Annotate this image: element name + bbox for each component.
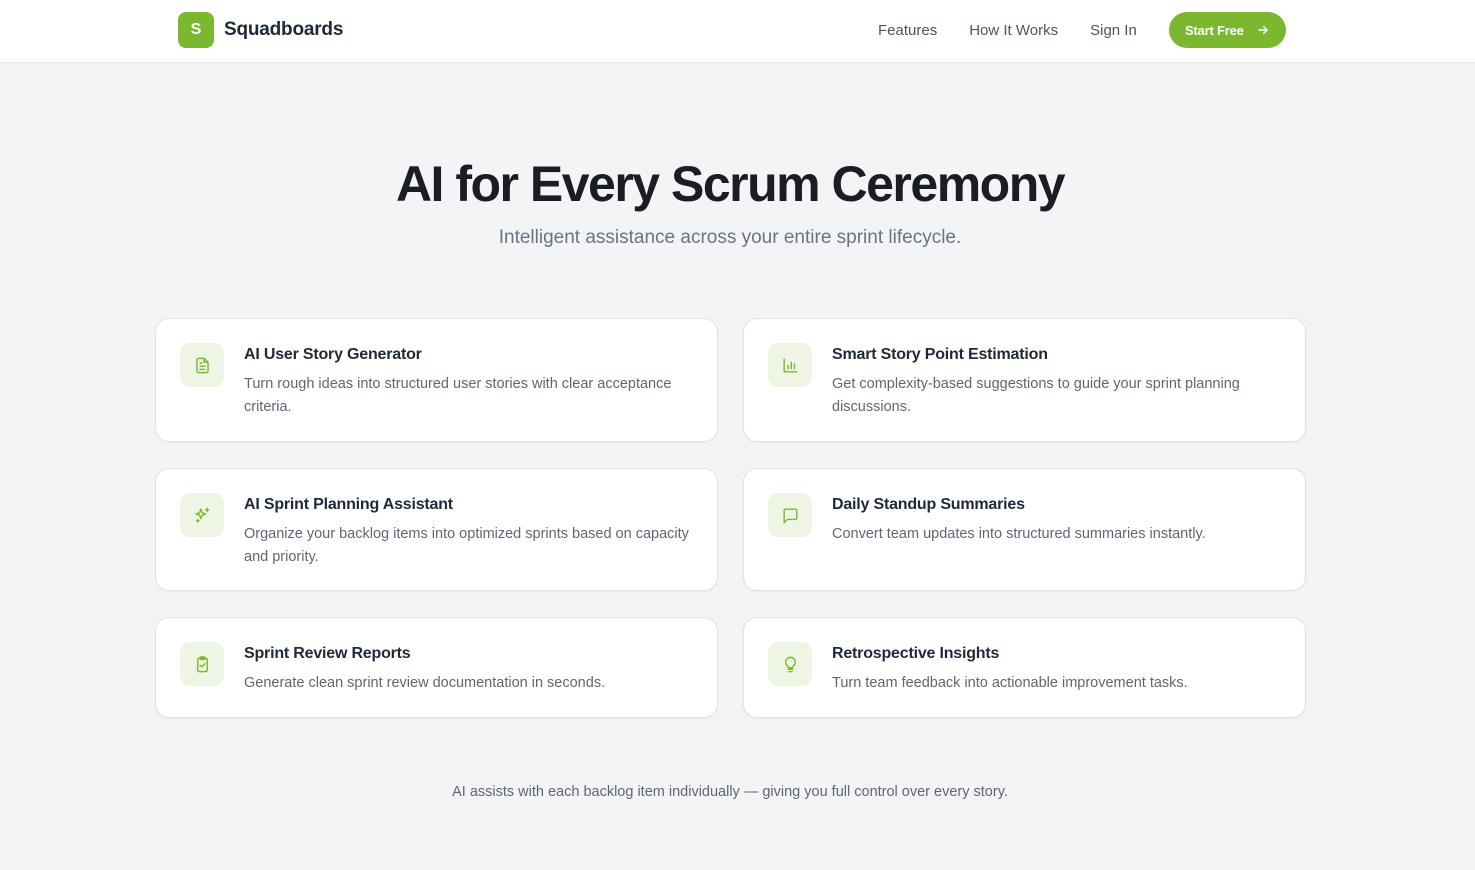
feature-title: Retrospective Insights bbox=[832, 645, 1000, 662]
feature-title: AI Sprint Planning Assistant bbox=[244, 496, 453, 513]
feature-card-retrospective-insights[interactable]: Retrospective Insights Turn team feedbac… bbox=[743, 617, 1306, 718]
feature-title: Sprint Review Reports bbox=[244, 645, 411, 662]
lightbulb-icon bbox=[768, 642, 812, 686]
feature-title: AI User Story Generator bbox=[244, 346, 422, 363]
feature-title: Smart Story Point Estimation bbox=[832, 346, 1048, 363]
feature-card-story-point-estimation[interactable]: Smart Story Point Estimation Get complex… bbox=[743, 318, 1306, 442]
feature-description: Get complexity-based suggestions to guid… bbox=[832, 376, 1240, 415]
feature-card-standup-summaries[interactable]: Daily Standup Summaries Convert team upd… bbox=[743, 468, 1306, 591]
feature-card-user-story-generator[interactable]: AI User Story Generator Turn rough ideas… bbox=[155, 318, 718, 442]
nav-link-features[interactable]: Features bbox=[878, 22, 937, 39]
nav-link-sign-in[interactable]: Sign In bbox=[1090, 22, 1137, 39]
start-free-button[interactable]: Start Free bbox=[1168, 12, 1286, 48]
hero-title: AI for Every Scrum Ceremony bbox=[395, 156, 1066, 212]
top-navbar: S Squadboards Features How It Works Sign… bbox=[0, 0, 1475, 63]
feature-card-sprint-planning-assistant[interactable]: AI Sprint Planning Assistant Organize yo… bbox=[155, 468, 718, 591]
brand-logo: S bbox=[178, 12, 214, 48]
bar-chart-icon bbox=[768, 343, 812, 387]
nav-link-how-it-works[interactable]: How It Works bbox=[969, 22, 1058, 39]
hero-subtitle: Intelligent assistance across your entir… bbox=[498, 227, 962, 248]
brand-name: Squadboards bbox=[224, 19, 344, 40]
sparkles-icon bbox=[180, 493, 224, 537]
feature-title: Daily Standup Summaries bbox=[832, 496, 1025, 513]
document-icon bbox=[180, 343, 224, 387]
arrow-right-icon bbox=[1257, 25, 1268, 35]
clipboard-check-icon bbox=[180, 642, 224, 686]
main-nav: Features How It Works Sign In Start Free bbox=[878, 12, 1286, 48]
start-free-label: Start Free bbox=[1184, 22, 1244, 38]
feature-description: Generate clean sprint review documentati… bbox=[244, 675, 606, 691]
feature-description: Turn team feedback into actionable impro… bbox=[832, 675, 1188, 691]
feature-description: Organize your backlog items into optimiz… bbox=[244, 526, 689, 565]
feature-card-sprint-review-reports[interactable]: Sprint Review Reports Generate clean spr… bbox=[155, 617, 718, 718]
message-square-icon bbox=[768, 493, 812, 537]
brand[interactable]: S Squadboards bbox=[178, 12, 343, 48]
feature-description: Turn rough ideas into structured user st… bbox=[244, 376, 672, 415]
feature-description: Convert team updates into structured sum… bbox=[832, 526, 1206, 542]
footnote: AI assists with each backlog item indivi… bbox=[452, 784, 1008, 800]
